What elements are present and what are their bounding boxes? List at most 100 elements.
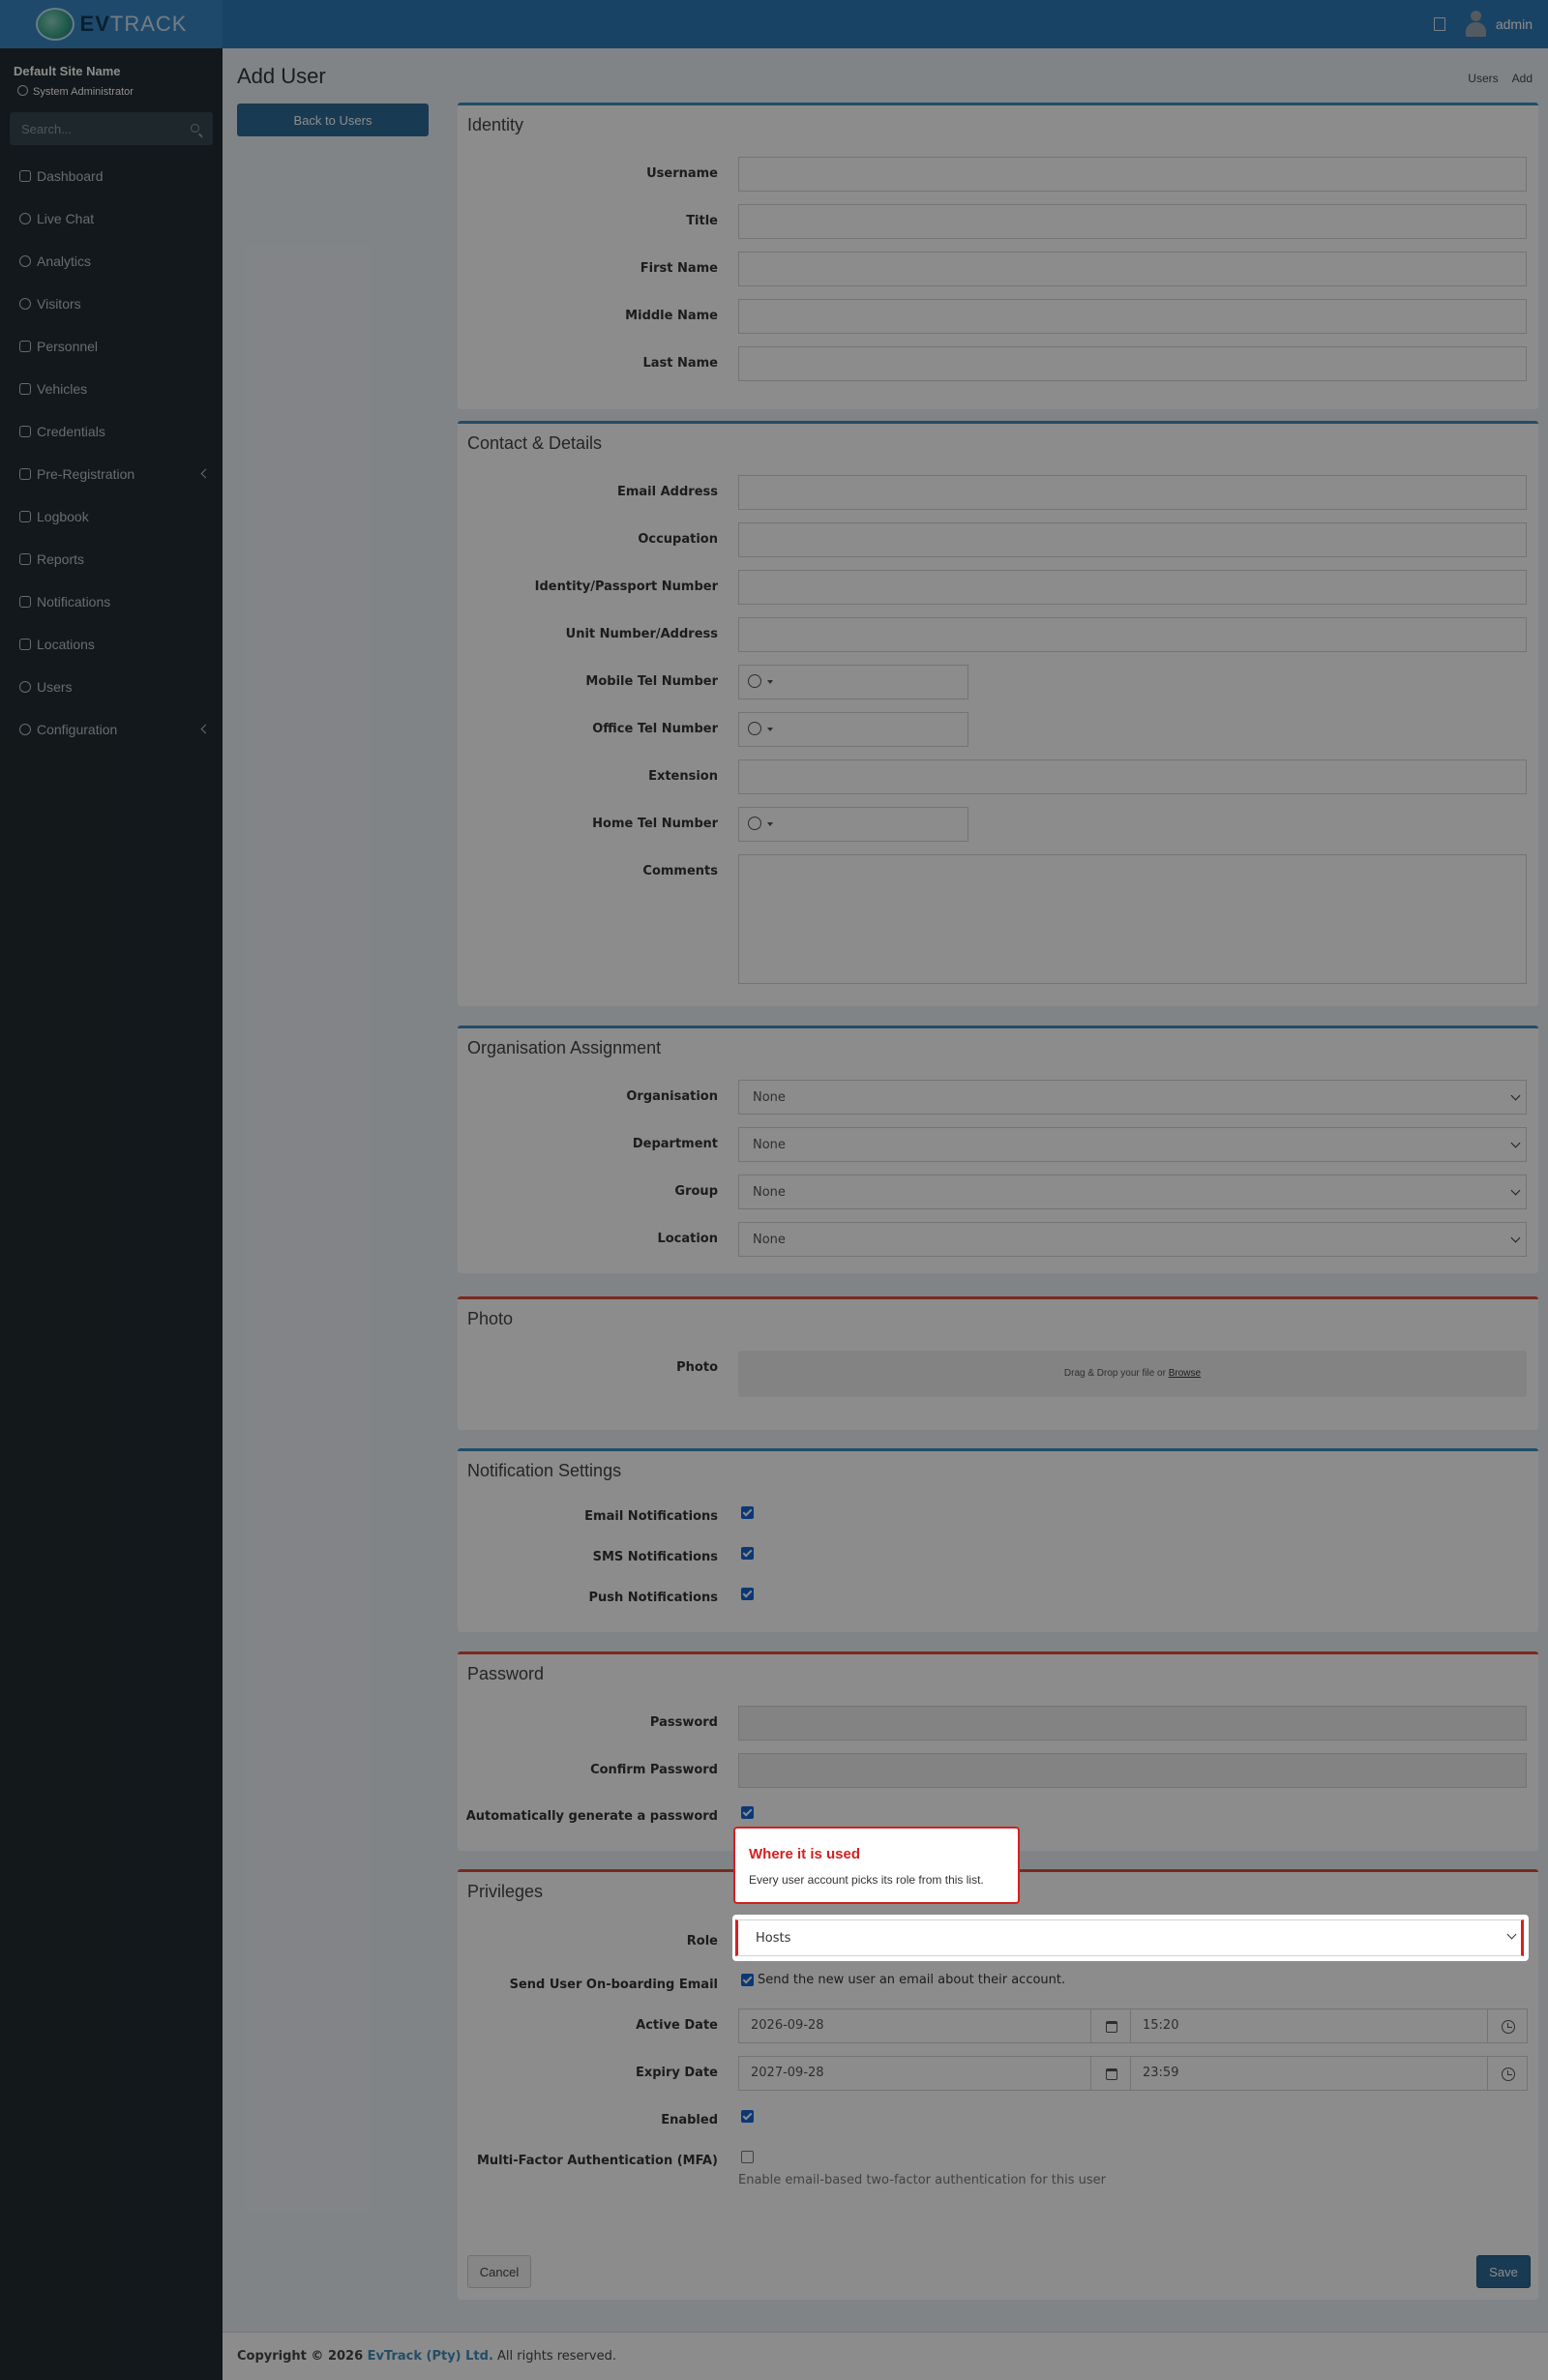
sidebar-item-analytics[interactable]: Analytics bbox=[0, 240, 223, 283]
form-row: Photo Drag & Drop your file or Browse bbox=[458, 1351, 1538, 1397]
sidebar-item-live-chat[interactable]: Live Chat bbox=[0, 197, 223, 240]
contact-details-box: Contact & Details Email Address Occupati… bbox=[458, 421, 1538, 1006]
box-title: Password bbox=[467, 1664, 545, 1683]
book-icon bbox=[19, 511, 31, 522]
globe-icon[interactable] bbox=[748, 817, 761, 830]
breadcrumb-users[interactable]: Users bbox=[1468, 72, 1498, 85]
cancel-button[interactable]: Cancel bbox=[467, 2255, 531, 2288]
expiry-date-calendar-button[interactable] bbox=[1090, 2056, 1131, 2091]
extension-input[interactable] bbox=[738, 759, 1527, 794]
occupation-label: Occupation bbox=[638, 532, 718, 547]
search-icon[interactable] bbox=[191, 124, 199, 133]
unit-address-input[interactable] bbox=[738, 617, 1527, 652]
auto-generate-checkbox[interactable] bbox=[741, 1806, 754, 1819]
caret-down-icon bbox=[767, 822, 773, 826]
user-menu[interactable]: admin bbox=[1463, 11, 1533, 38]
globe-logo-icon bbox=[35, 8, 74, 41]
box-title: Contact & Details bbox=[467, 433, 603, 453]
id-number-label: Identity/Passport Number bbox=[534, 580, 718, 594]
last-name-label: Last Name bbox=[642, 356, 718, 371]
form-actions-box: Cancel Save bbox=[458, 2244, 1538, 2300]
sidebar-item-credentials[interactable]: Credentials bbox=[0, 410, 223, 453]
mfa-checkbox[interactable] bbox=[741, 2151, 754, 2163]
email-input[interactable] bbox=[738, 475, 1527, 510]
sms-notifications-checkbox[interactable] bbox=[741, 1547, 754, 1560]
sidebar-item-logbook[interactable]: Logbook bbox=[0, 495, 223, 538]
expiry-time-input[interactable]: 23:59 bbox=[1130, 2056, 1488, 2091]
occupation-input[interactable] bbox=[738, 522, 1527, 557]
sidebar-item-locations[interactable]: Locations bbox=[0, 623, 223, 666]
company-link[interactable]: EvTrack (Pty) Ltd. bbox=[368, 2349, 493, 2364]
sidebar-item-pre-registration[interactable]: Pre-Registration bbox=[0, 453, 223, 495]
push-notifications-checkbox[interactable] bbox=[741, 1588, 754, 1600]
back-to-users-button[interactable]: Back to Users bbox=[237, 104, 429, 136]
form-row: Mobile Tel Number bbox=[458, 665, 1538, 699]
id-card-icon bbox=[19, 426, 31, 437]
sidebar-item-visitors[interactable]: Visitors bbox=[0, 283, 223, 325]
browse-link[interactable]: Browse bbox=[1169, 1368, 1201, 1379]
analytics-icon bbox=[19, 255, 31, 267]
calendar-icon bbox=[1106, 2021, 1117, 2033]
avatar bbox=[1463, 11, 1488, 38]
car-icon bbox=[19, 383, 31, 395]
first-name-input[interactable] bbox=[738, 252, 1527, 286]
push-notifications-label: Push Notifications bbox=[588, 1591, 719, 1605]
location-select[interactable]: None bbox=[738, 1222, 1527, 1257]
enabled-checkbox[interactable] bbox=[741, 2110, 754, 2123]
confirm-password-input[interactable] bbox=[738, 1753, 1527, 1788]
active-time-input[interactable]: 15:20 bbox=[1130, 2008, 1488, 2043]
clipboard-icon[interactable] bbox=[1433, 17, 1445, 31]
site-name: Default Site Name bbox=[14, 64, 121, 78]
active-time-clock-button[interactable] bbox=[1487, 2008, 1528, 2043]
gear-icon bbox=[19, 724, 31, 735]
expiry-date-input[interactable]: 2027-09-28 bbox=[738, 2056, 1091, 2091]
comments-label: Comments bbox=[642, 864, 718, 878]
role-select[interactable]: Hosts bbox=[735, 1919, 1524, 1956]
title-input[interactable] bbox=[738, 204, 1527, 239]
sidebar-item-personnel[interactable]: Personnel bbox=[0, 325, 223, 368]
form-row: Username bbox=[458, 157, 1538, 192]
sidebar-item-dashboard[interactable]: Dashboard bbox=[0, 155, 223, 197]
expiry-time-clock-button[interactable] bbox=[1487, 2056, 1528, 2091]
middle-name-input[interactable] bbox=[738, 299, 1527, 334]
sidebar-item-configuration[interactable]: Configuration bbox=[0, 708, 223, 751]
search-input[interactable] bbox=[10, 112, 174, 145]
last-name-input[interactable] bbox=[738, 346, 1527, 381]
headset-icon bbox=[19, 213, 31, 224]
sidebar-item-notifications[interactable]: Notifications bbox=[0, 580, 223, 623]
active-date-calendar-button[interactable] bbox=[1090, 2008, 1131, 2043]
confirm-password-label: Confirm Password bbox=[590, 1763, 718, 1777]
logo[interactable]: EVTRACK bbox=[0, 0, 223, 48]
first-name-label: First Name bbox=[640, 261, 718, 276]
comment-icon bbox=[19, 596, 31, 608]
password-input[interactable] bbox=[738, 1706, 1527, 1740]
mfa-label: Multi-Factor Authentication (MFA) bbox=[476, 2154, 718, 2168]
chart-icon bbox=[19, 553, 31, 565]
save-button[interactable]: Save bbox=[1476, 2255, 1531, 2288]
active-date-input[interactable]: 2026-09-28 bbox=[738, 2008, 1091, 2043]
form-row: Location None bbox=[458, 1222, 1538, 1257]
onboarding-email-checkbox[interactable] bbox=[741, 1974, 754, 1986]
photo-dropzone[interactable]: Drag & Drop your file or Browse bbox=[738, 1351, 1527, 1397]
organisation-select[interactable]: None bbox=[738, 1080, 1527, 1115]
department-select[interactable]: None bbox=[738, 1127, 1527, 1162]
group-label: Group bbox=[674, 1184, 718, 1199]
exchange-icon bbox=[19, 468, 31, 480]
sidebar-item-reports[interactable]: Reports bbox=[0, 538, 223, 580]
password-box: Password Password Confirm Password Autom… bbox=[458, 1651, 1538, 1851]
username-input[interactable] bbox=[738, 157, 1527, 192]
box-title: Organisation Assignment bbox=[467, 1038, 662, 1057]
globe-icon[interactable] bbox=[748, 674, 761, 688]
sidebar-item-users[interactable]: Users bbox=[0, 666, 223, 708]
comments-textarea[interactable] bbox=[738, 854, 1527, 984]
group-select[interactable]: None bbox=[738, 1175, 1527, 1209]
id-number-input[interactable] bbox=[738, 570, 1527, 605]
organisation-label: Organisation bbox=[626, 1089, 718, 1104]
globe-icon[interactable] bbox=[748, 722, 761, 735]
form-row: Confirm Password bbox=[458, 1753, 1538, 1788]
box-title: Notification Settings bbox=[467, 1461, 622, 1480]
email-notifications-checkbox[interactable] bbox=[741, 1506, 754, 1519]
eye-icon bbox=[19, 298, 31, 310]
user-tie-icon bbox=[19, 341, 31, 352]
sidebar-item-vehicles[interactable]: Vehicles bbox=[0, 368, 223, 410]
